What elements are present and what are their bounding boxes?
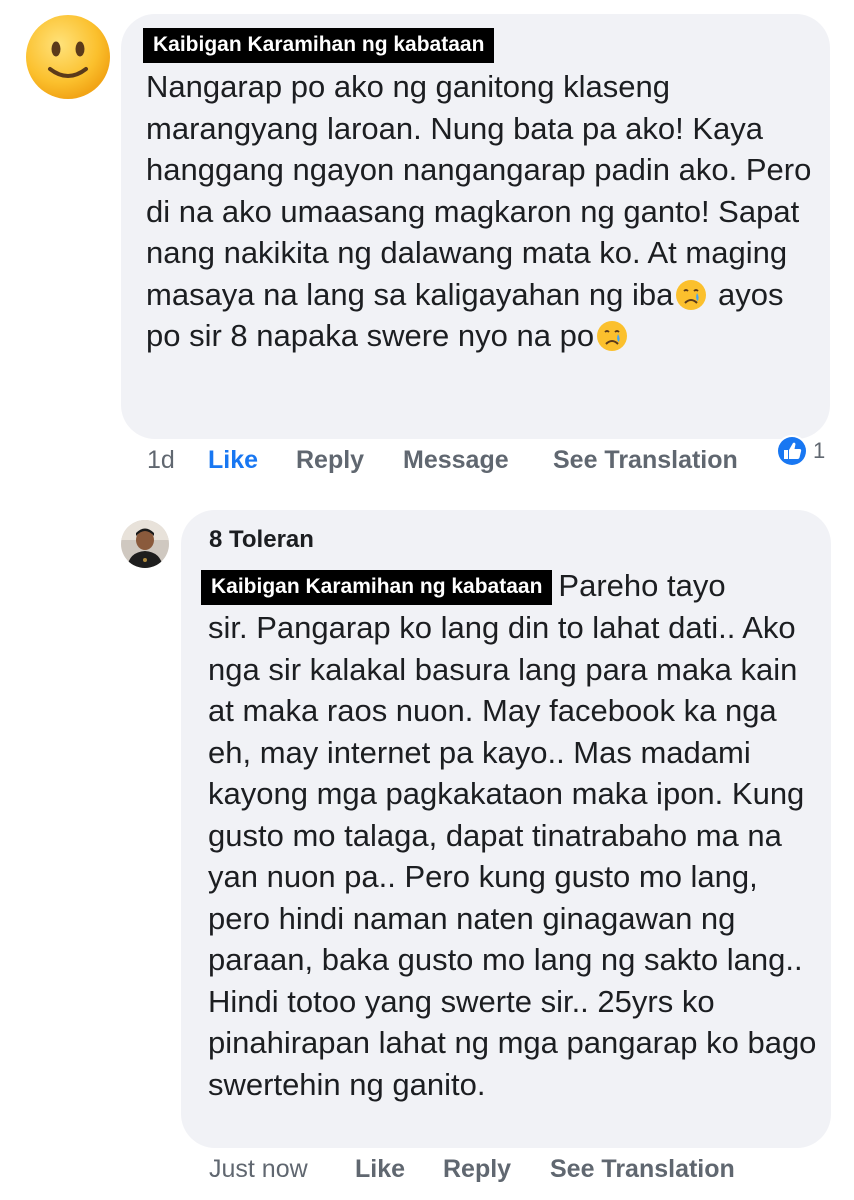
reply-see-translation-button[interactable]: See Translation — [550, 1155, 735, 1184]
crying-face-icon — [676, 279, 707, 310]
reply-timestamp[interactable]: Just now — [209, 1155, 308, 1184]
reply-text: sir. Pangarap ko lang din to lahat dati.… — [208, 610, 817, 1102]
comment-actions: 1d Like Reply Message See Translation — [0, 446, 854, 480]
crying-face-icon — [597, 321, 628, 351]
message-button[interactable]: Message — [403, 446, 509, 475]
profile-photo-avatar[interactable] — [121, 520, 169, 568]
reply-reply-button[interactable]: Reply — [443, 1155, 511, 1184]
reply-like-button[interactable]: Like — [355, 1155, 405, 1184]
reply-actions: Just now Like Reply See Translation — [0, 1155, 854, 1189]
thumbs-up-icon — [776, 435, 808, 467]
comment-text-part1: Nangarap po ako ng ganitong klaseng mara… — [146, 69, 812, 312]
comment-timestamp[interactable]: 1d — [147, 446, 175, 475]
commenter-name-tag[interactable]: Kaibigan Karamihan ng kabataan — [143, 28, 495, 63]
reply-name-tag[interactable]: Kaibigan Karamihan ng kabataan — [201, 570, 553, 605]
see-translation-button[interactable]: See Translation — [553, 446, 738, 475]
smiley-avatar-icon[interactable] — [24, 13, 112, 101]
comment-text: Nangarap po ako ng ganitong klaseng mara… — [146, 66, 816, 357]
like-button[interactable]: Like — [208, 446, 258, 475]
reply-author-name[interactable]: 8 Toleran — [209, 526, 314, 554]
reply-first-line: Kaibigan Karamihan ng kabataan Pareho tay… — [201, 565, 726, 607]
reaction-badge[interactable]: 1 — [775, 434, 835, 470]
comment-bubble: Kaibigan Karamihan ng kabataan Nangarap … — [121, 14, 830, 439]
reply-bubble: 8 Toleran Kaibigan Karamihan ng kabataan… — [181, 510, 831, 1148]
reply-text-first: Pareho tayo — [558, 568, 726, 603]
reaction-count: 1 — [813, 438, 826, 463]
reply-button[interactable]: Reply — [296, 446, 364, 475]
